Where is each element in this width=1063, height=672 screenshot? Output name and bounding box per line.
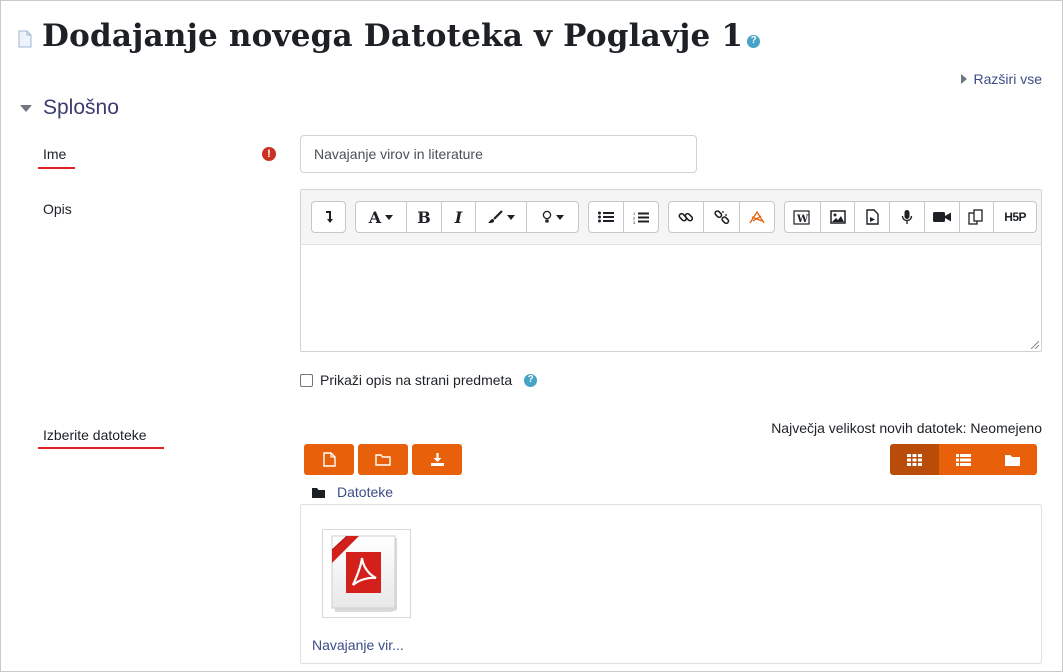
required-icon: ! [262,147,276,161]
image-icon[interactable] [821,202,856,232]
page-header: Dodajanje novega Datoteka v Poglavje 1 ? [18,18,761,54]
section-title: Splošno [43,96,119,119]
manage-files-icon[interactable] [960,202,995,232]
file-item[interactable] [322,529,411,618]
highlight-icon[interactable] [527,202,578,232]
help-icon[interactable]: ? [747,34,761,48]
h5p-icon[interactable]: H5P [994,202,1036,232]
description-editor[interactable]: A B I 123 W H5P [300,189,1042,352]
breadcrumb-files-link[interactable]: Datoteke [337,484,393,500]
annotation-underline [38,447,164,449]
show-description-label[interactable]: Prikaži opis na strani predmeta [320,372,512,388]
create-folder-button[interactable] [358,444,408,475]
font-style-icon[interactable]: A [356,202,407,232]
link-icon[interactable] [669,202,704,232]
toolbar-group-toggle [311,201,346,233]
pdf-file-icon [331,535,397,612]
editor-toolbar: A B I 123 W H5P [301,190,1041,245]
resize-handle-icon[interactable] [1031,341,1039,349]
bold-icon[interactable]: B [407,202,442,232]
file-manager-area[interactable]: Navajanje vir... [300,504,1042,664]
expand-arrow-icon [960,74,967,84]
max-file-size-text: Največja velikost novih datotek: Neomeje… [771,420,1042,436]
expand-all-label: Razširi vse [973,71,1042,87]
new-file-icon [322,452,336,467]
svg-text:W: W [796,214,809,225]
collapse-arrow-icon [20,104,32,112]
description-label: Opis [43,201,72,217]
folder-icon [1005,454,1020,466]
file-breadcrumb: Datoteke [312,484,393,500]
ordered-list-icon[interactable]: 123 [624,202,658,232]
toolbar-group-links [668,201,775,233]
record-audio-icon[interactable] [890,202,925,232]
view-switcher [890,444,1037,475]
toggle-toolbar-icon[interactable] [312,202,345,232]
list-icon [956,453,971,466]
accessibility-checker-icon[interactable] [740,202,774,232]
page-title: Dodajanje novega Datoteka v Poglavje 1 [42,18,744,54]
unlink-icon[interactable] [704,202,740,232]
grid-view-button[interactable] [890,444,939,475]
italic-icon[interactable]: I [442,202,476,232]
toolbar-group-lists: 123 [588,201,659,233]
select-files-label: Izberite datoteke [43,427,147,443]
toolbar-group-media: W H5P [784,201,1037,233]
record-video-icon[interactable] [925,202,960,232]
editor-content[interactable] [301,245,1041,350]
media-icon[interactable] [855,202,891,232]
section-header-general[interactable]: Splošno [20,96,119,120]
document-icon [18,30,32,48]
name-input-value: Navajanje virov in literature [314,146,483,162]
expand-all-link[interactable]: Razširi vse [960,71,1042,87]
text-color-icon[interactable] [476,202,527,232]
add-file-button[interactable] [304,444,354,475]
grid-icon [907,453,922,466]
help-icon[interactable]: ? [524,373,538,387]
toolbar-group-format: A B I [355,201,579,233]
svg-text:3: 3 [633,220,636,224]
folder-outline-icon [375,454,391,466]
download-button[interactable] [412,444,462,475]
folder-icon [312,487,325,498]
unordered-list-icon[interactable] [589,202,624,232]
name-label: Ime [43,146,67,162]
tree-view-button[interactable] [988,444,1037,475]
paste-word-icon[interactable]: W [785,202,821,232]
list-view-button[interactable] [939,444,988,475]
show-description-checkbox[interactable] [300,373,313,387]
download-icon [430,453,444,466]
file-name[interactable]: Navajanje vir... [312,637,404,653]
annotation-underline [38,167,75,169]
name-input[interactable]: Navajanje virov in literature [300,135,697,173]
show-description-option: Prikaži opis na strani predmeta ? [300,372,538,388]
